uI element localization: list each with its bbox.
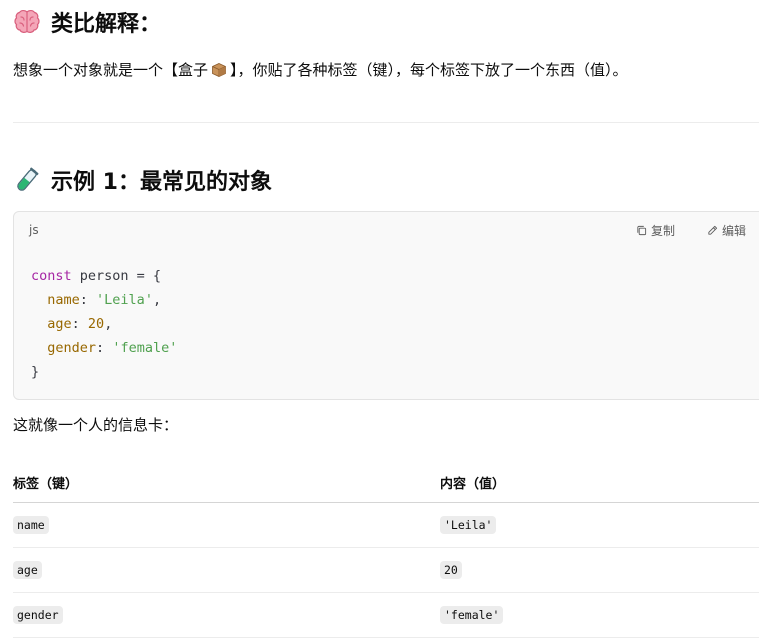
table-cell-key: gender — [13, 592, 440, 638]
example-heading: 示例 1：最常见的对象 — [13, 164, 272, 196]
code-block: js 复制 编辑 const person = { name: 'Leila',… — [13, 211, 759, 400]
brain-icon — [13, 8, 41, 36]
inline-code: name — [13, 516, 49, 534]
code-property: name — [47, 292, 80, 308]
table-cell-value: 20 — [440, 547, 759, 593]
table-row: gender 'female' — [13, 592, 759, 638]
code-string: 'female' — [112, 340, 178, 356]
package-box-icon — [211, 61, 227, 77]
analogy-paragraph: 想象一个对象就是一个【盒子 】，你贴了各种标签（键），每个标签下放了一个东西（值）… — [13, 58, 628, 82]
code-property: gender — [47, 340, 97, 356]
inline-code: 'Leila' — [440, 516, 497, 534]
code-number: 20 — [87, 316, 105, 332]
inline-code: age — [13, 561, 42, 579]
key-value-table: 标签（键） 内容（值） name 'Leila' age 20 gender '… — [13, 462, 759, 638]
inline-code: gender — [13, 606, 63, 624]
code-language-label: js — [29, 223, 39, 237]
section-divider — [13, 122, 759, 123]
analogy-heading-text: 类比解释： — [51, 12, 162, 37]
table-row: name 'Leila' — [13, 502, 759, 548]
analogy-text-before: 想象一个对象就是一个【盒子 — [13, 61, 209, 79]
inline-code: 'female' — [440, 606, 504, 624]
code-string: 'Leila' — [96, 292, 153, 308]
inline-code: 20 — [440, 561, 462, 579]
table-cell-value: 'Leila' — [440, 502, 759, 548]
edit-button-label: 编辑 — [722, 224, 747, 238]
code-content: const person = { name: 'Leila', age: 20,… — [31, 268, 178, 380]
table-cell-key: name — [13, 502, 440, 548]
code-keyword: const — [31, 268, 72, 284]
pencil-icon — [708, 225, 718, 235]
copy-button[interactable]: 复制 — [636, 222, 675, 239]
code-text: } — [31, 364, 40, 380]
edit-button[interactable]: 编辑 — [707, 222, 746, 239]
test-tube-icon — [13, 166, 41, 194]
analogy-text-after: 】，你贴了各种标签（键），每个标签下放了一个东西（值）。 — [230, 61, 628, 79]
copy-icon — [637, 225, 647, 236]
code-property: age — [47, 316, 72, 332]
table-cell-key: age — [13, 547, 440, 593]
table-row: age 20 — [13, 547, 759, 593]
code-text: person = { — [71, 268, 162, 284]
table-header-row: 标签（键） 内容（值） — [13, 462, 759, 503]
analogy-heading: 类比解释： — [13, 6, 161, 38]
copy-button-label: 复制 — [651, 224, 676, 238]
table-header-value: 内容（值） — [440, 462, 759, 503]
table-header-key: 标签（键） — [13, 462, 440, 503]
example-heading-text: 示例 1：最常见的对象 — [51, 170, 272, 195]
table-cell-value: 'female' — [440, 592, 759, 638]
info-paragraph: 这就像一个人的信息卡： — [13, 416, 179, 434]
